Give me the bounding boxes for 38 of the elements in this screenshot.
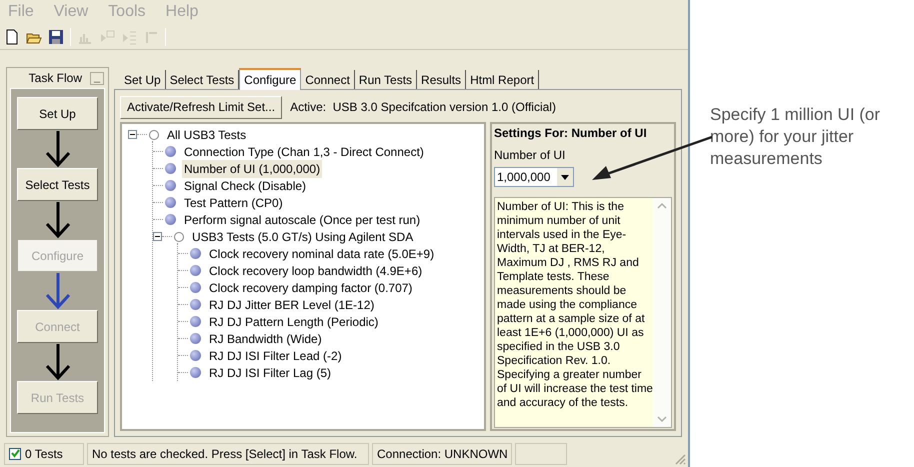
minimize-button[interactable]: _ bbox=[90, 72, 104, 84]
tree-item[interactable]: Signal Check (Disable) bbox=[182, 176, 308, 194]
tree-item[interactable]: All USB3 Tests bbox=[165, 126, 248, 144]
tree-item[interactable]: Clock recovery loop bandwidth (4.9E+6) bbox=[207, 262, 424, 280]
tests-count: 0 Tests bbox=[25, 446, 63, 462]
tree-item[interactable]: Connection Type (Chan 1,3 - Direct Connect) bbox=[182, 142, 426, 160]
resize-grip-icon[interactable] bbox=[674, 453, 686, 465]
expander-icon[interactable] bbox=[153, 232, 162, 241]
tests-checkbox[interactable] bbox=[9, 448, 21, 460]
activate-limit-set-button[interactable]: Activate/Refresh Limit Set... bbox=[120, 96, 282, 118]
save-icon[interactable] bbox=[48, 28, 64, 44]
tree-item[interactable]: RJ DJ Jitter BER Level (1E-12) bbox=[207, 296, 376, 314]
tree-item[interactable]: Clock recovery damping factor (0.707) bbox=[207, 278, 414, 296]
annotation-text: Specify 1 million UI (or more) for your jitter measurements bbox=[710, 104, 882, 170]
tree-item[interactable]: Perform signal autoscale (Once per test run) bbox=[182, 210, 422, 228]
tree-item[interactable]: RJ DJ Pattern Length (Periodic) bbox=[207, 312, 380, 330]
tree-item[interactable]: Clock recovery nominal data rate (5.0E+9) bbox=[207, 244, 436, 262]
new-file-icon[interactable] bbox=[4, 28, 20, 44]
status-bar-panel bbox=[515, 442, 567, 464]
number-of-ui-dropdown[interactable]: 1,000,000 bbox=[494, 167, 574, 187]
expander-icon[interactable] bbox=[128, 130, 137, 139]
panel-title: Task Flow bbox=[28, 70, 82, 87]
tree-item[interactable]: RJ DJ ISI Filter Lag (5) bbox=[207, 364, 334, 382]
settings-title: Settings For: Number of UI bbox=[494, 125, 648, 141]
connection-status: Connection: UNKNOWN bbox=[372, 442, 512, 464]
tree-item[interactable]: Test Pattern (CP0) bbox=[182, 194, 285, 212]
task-flow-step-button[interactable]: Select Tests bbox=[17, 168, 98, 201]
active-limit-set-text: Active: USB 3.0 Specifcation version 1.0 (Official) bbox=[290, 99, 556, 116]
tab[interactable]: Configure bbox=[239, 68, 302, 90]
status-message: No tests are checked. Press [Select] in Task Flow. bbox=[87, 442, 369, 464]
tree-item[interactable]: RJ DJ ISI Filter Lead (-2) bbox=[207, 346, 344, 364]
field-label: Number of UI bbox=[494, 147, 566, 164]
tree-item[interactable]: Number of UI (1,000,000) bbox=[182, 160, 322, 178]
scrollbar[interactable] bbox=[653, 198, 671, 427]
tree-item[interactable]: RJ Bandwidth (Wide) bbox=[207, 330, 324, 348]
setting-description: Number of UI: This is the minimum number of unit intervals used in the Eye-Width, TJ at BER-12, Maximum DJ , RMS RJ and Template tests. These measurements should be made using the compliance pattern at a sample size of at least 1E+6 (1,000,000) UI as specified in the USB 3.0 Specification Rev. 1.0. Specifying a greater number of UI will increase the test time and accuracy of the tests. bbox=[496, 200, 653, 411]
task-flow-step-button[interactable]: Set Up bbox=[17, 97, 98, 130]
tree-item[interactable]: USB3 Tests (5.0 GT/s) Using Agilent SDA bbox=[190, 228, 416, 246]
